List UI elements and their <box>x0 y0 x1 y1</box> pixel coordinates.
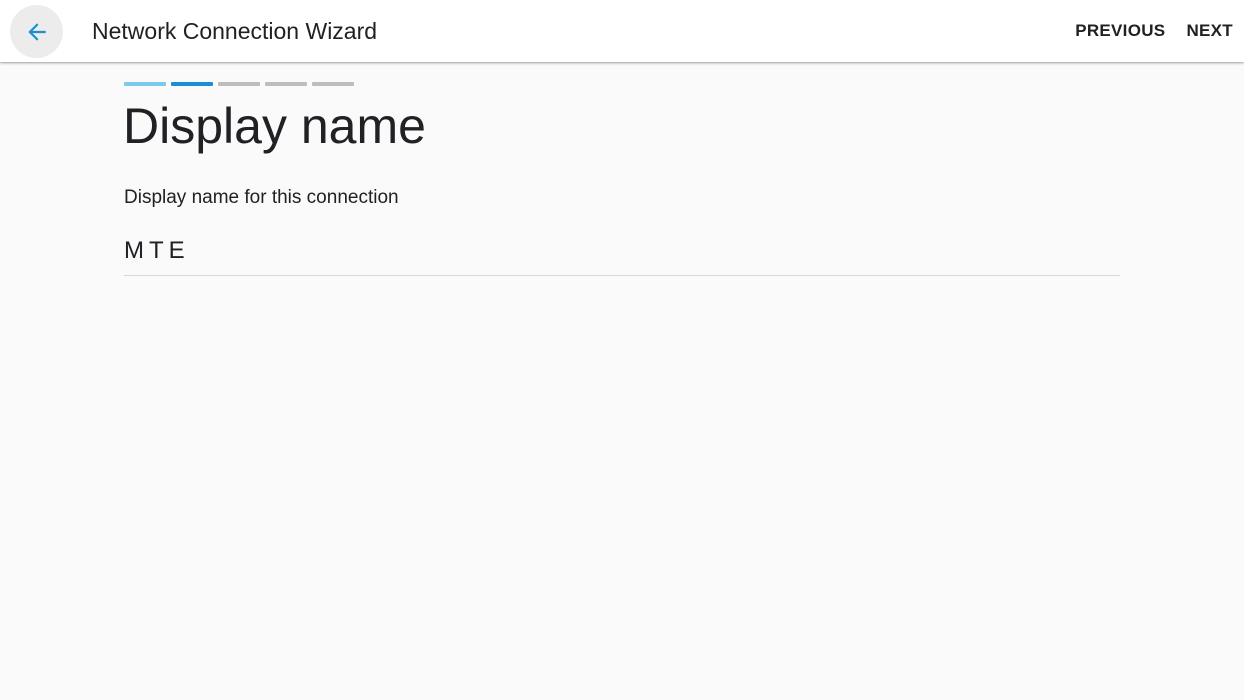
wizard-navigation: PREVIOUS NEXT <box>1075 20 1233 42</box>
step-segment <box>218 82 260 86</box>
step-segment <box>312 82 354 86</box>
display-name-input[interactable]: MTE <box>124 230 1120 276</box>
arrow-left-icon <box>24 19 50 45</box>
page-title: Display name <box>123 98 426 154</box>
back-button[interactable] <box>10 5 63 58</box>
app-title: Network Connection Wizard <box>92 18 378 44</box>
display-name-field-label: Display name for this connection <box>124 187 399 208</box>
step-segment <box>265 82 307 86</box>
app-bar: Network Connection Wizard PREVIOUS NEXT <box>0 0 1244 62</box>
step-segment <box>171 82 213 86</box>
previous-button[interactable]: PREVIOUS <box>1075 20 1165 42</box>
step-progress-indicator <box>124 82 354 86</box>
display-name-value: MTE <box>124 237 190 264</box>
step-segment <box>124 82 166 86</box>
next-button[interactable]: NEXT <box>1186 20 1233 42</box>
